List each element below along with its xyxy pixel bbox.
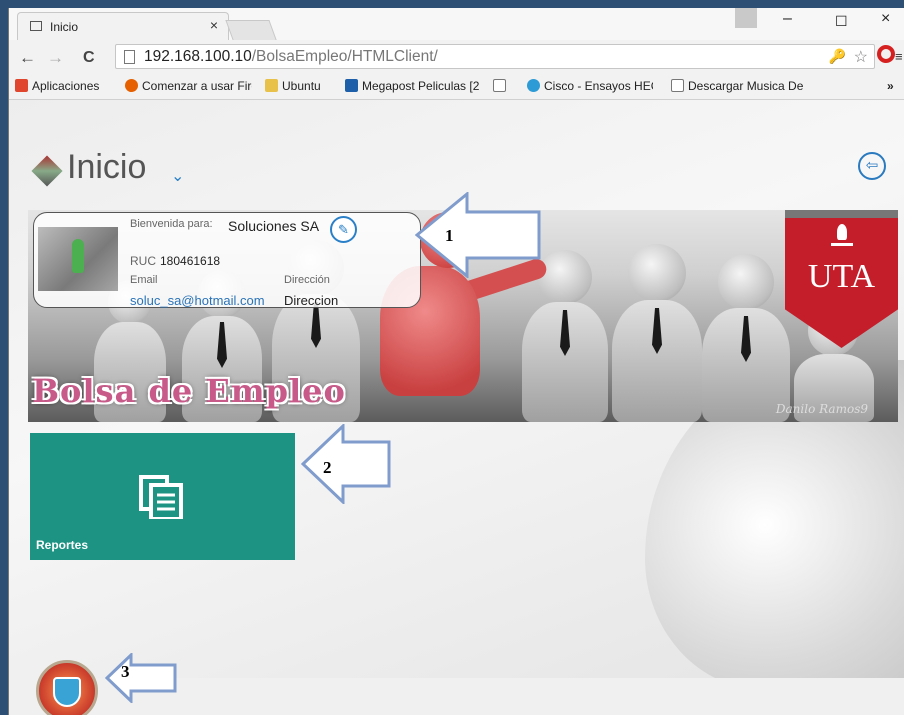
uta-logo-stripe <box>785 210 898 218</box>
forward-button[interactable]: → <box>47 48 64 68</box>
university-seal-logo[interactable] <box>36 660 98 715</box>
banner-title: Bolsa de Empleo <box>32 372 346 410</box>
figure-head <box>718 254 774 310</box>
arrow-shape <box>415 192 541 278</box>
maximize-button[interactable]: ☐ <box>835 13 848 30</box>
edit-profile-button[interactable]: ✎ <box>330 216 357 243</box>
annotation-number-1: 1 <box>445 226 454 245</box>
reports-icon <box>139 475 183 519</box>
annotation-arrow-2 <box>301 424 391 504</box>
new-tab-button[interactable] <box>225 20 277 40</box>
bookmark-megapost[interactable]: Megapost Peliculas [2 <box>345 79 483 93</box>
bookmark-label: Ubuntu <box>282 79 321 93</box>
bookmark-blank[interactable] <box>493 79 510 93</box>
email-link[interactable]: soluc_sa@hotmail.com <box>130 293 265 308</box>
bookmark-aplicaciones[interactable]: Aplicaciones <box>15 79 99 93</box>
bookmark-cisco[interactable]: Cisco - Ensayos HECH <box>527 79 653 93</box>
page-icon <box>124 50 135 64</box>
uta-logo-text: UTA <box>807 258 876 295</box>
bookmarks-bar: Aplicaciones Comenzar a usar Firef Ubunt… <box>9 74 904 100</box>
ruc-value: 180461618 <box>160 254 221 268</box>
folder-icon <box>265 79 278 92</box>
bookmark-ubuntu[interactable]: Ubuntu <box>265 79 321 93</box>
tile-label: Reportes <box>36 538 89 552</box>
ruc-label: RUC <box>130 254 156 268</box>
profile-icon[interactable] <box>735 8 757 28</box>
company-avatar <box>38 227 118 291</box>
bookmark-label: Megapost Peliculas [2 <box>362 79 480 93</box>
firefox-icon <box>125 79 138 92</box>
minimize-button[interactable]: – <box>783 10 792 28</box>
company-name: Soluciones SA <box>228 218 320 234</box>
welcome-card: Bienvenida para: Soluciones SA ✎ RUC 180… <box>33 212 421 308</box>
url-text: 192.168.100.10/BolsaEmpleo/HTMLClient/ <box>144 48 438 66</box>
key-icon[interactable]: 🔑 <box>829 48 846 65</box>
browser-toolbar: ← → C 192.168.100.10/BolsaEmpleo/HTMLCli… <box>9 40 904 74</box>
annotation-number-3: 3 <box>121 662 130 681</box>
bookmark-label: Aplicaciones <box>32 79 100 93</box>
bookmark-label: Comenzar a usar Firef <box>142 79 252 93</box>
menu-icon[interactable]: ≡ <box>895 49 903 64</box>
chevron-down-icon[interactable]: ⌄ <box>171 166 184 186</box>
browser-window: Inicio × – ☐ × ← → C 192.168.100.10/Bols… <box>8 8 904 715</box>
address-value: Direccion <box>284 293 339 308</box>
app-logo-icon <box>31 155 63 187</box>
address-bar[interactable]: 192.168.100.10/BolsaEmpleo/HTMLClient/ 🔑… <box>115 44 875 69</box>
browser-tab[interactable]: Inicio × <box>17 12 229 40</box>
taringa-icon <box>345 79 358 92</box>
bookmarks-overflow-button[interactable]: » <box>887 79 894 93</box>
pencil-icon: ✎ <box>338 222 349 237</box>
banner-signature: Danilo Ramos9 <box>775 402 868 416</box>
browser-title-bar: Inicio × – ☐ × <box>9 8 904 40</box>
page-icon <box>493 79 506 92</box>
figure-head <box>538 250 592 304</box>
annotation-arrow-3 <box>105 653 177 703</box>
bookmark-label: Cisco - Ensayos HECH <box>544 79 653 93</box>
address-label: Dirección <box>284 274 330 286</box>
annotation-number-2: 2 <box>323 458 332 477</box>
greeting-label: Bienvenida para: <box>130 218 213 230</box>
bookmark-star-icon[interactable]: ☆ <box>854 47 868 67</box>
reload-button[interactable]: C <box>83 49 95 67</box>
arrow-shape <box>301 424 391 504</box>
bookmark-musica[interactable]: Descargar Musica De <box>671 79 805 93</box>
bookmark-firefox[interactable]: Comenzar a usar Firef <box>125 79 252 93</box>
page-icon <box>671 79 684 92</box>
book-icon <box>831 226 853 246</box>
email-label: Email <box>130 274 158 286</box>
figure-head <box>628 244 686 302</box>
cisco-icon <box>527 79 540 92</box>
tab-page-icon <box>30 21 42 31</box>
apps-icon <box>15 79 28 92</box>
url-host: 192.168.100.10 <box>144 48 252 65</box>
tab-title: Inicio <box>50 20 79 34</box>
bookmark-label: Descargar Musica De <box>688 79 804 93</box>
logout-button[interactable]: ⇦ <box>858 152 886 180</box>
annotation-arrow-1 <box>415 192 541 278</box>
page-title-text: Inicio <box>67 148 147 186</box>
page-title[interactable]: Inicio <box>67 148 146 187</box>
close-window-button[interactable]: × <box>881 10 890 28</box>
back-button[interactable]: ← <box>19 48 36 68</box>
uta-logo: UTA <box>785 210 898 348</box>
url-path: /BolsaEmpleo/HTMLClient/ <box>251 48 438 65</box>
opera-icon[interactable] <box>877 45 895 63</box>
avatar-figure <box>72 239 84 273</box>
arrow-shape <box>105 653 177 703</box>
seal-shield <box>53 677 81 707</box>
reportes-tile[interactable]: Reportes <box>30 433 295 560</box>
logout-icon: ⇦ <box>865 157 879 174</box>
tab-close-icon[interactable]: × <box>210 17 218 33</box>
page-content: Inicio ⌄ ⇦ UTA Bolsa de Empleo Danilo Ra… <box>9 100 904 715</box>
